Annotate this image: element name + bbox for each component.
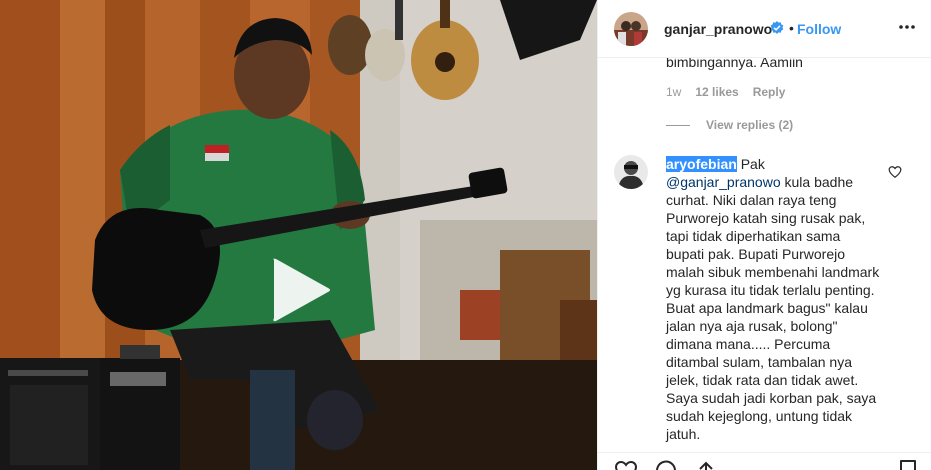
comment-body: aryofebian Pak @ganjar_pranowo kula badh… bbox=[666, 155, 882, 443]
comment-text: kula badhe curhat. Niki dalan raya teng … bbox=[666, 174, 880, 442]
comment-like-heart-icon[interactable] bbox=[888, 165, 902, 179]
follow-button[interactable]: Follow bbox=[797, 21, 841, 37]
view-replies-label: View replies (2) bbox=[706, 118, 794, 132]
heart-icon[interactable] bbox=[614, 459, 638, 470]
comment-prefix: Pak bbox=[736, 156, 765, 172]
view-replies-line bbox=[666, 124, 690, 126]
post-actions-bar bbox=[598, 452, 931, 470]
bookmark-icon[interactable] bbox=[896, 459, 920, 470]
view-replies-button[interactable]: View replies (2) bbox=[666, 118, 793, 132]
comment-mention[interactable]: @ganjar_pranowo bbox=[666, 174, 781, 190]
comment-likes[interactable]: 12 likes bbox=[695, 85, 738, 99]
post-header: ganjar_pranowo • Follow bbox=[598, 0, 931, 58]
share-icon[interactable] bbox=[694, 459, 718, 470]
previous-comment-meta: 1w 12 likes Reply bbox=[666, 85, 785, 99]
more-options-icon[interactable] bbox=[898, 18, 916, 36]
commenter-avatar[interactable] bbox=[614, 155, 648, 189]
header-separator: • bbox=[789, 20, 794, 36]
post-side-panel: ganjar_pranowo • Follow bimbingannya. Aa… bbox=[597, 0, 931, 470]
commenter-username[interactable]: aryofebian bbox=[666, 156, 737, 172]
author-username[interactable]: ganjar_pranowo bbox=[664, 21, 772, 37]
play-icon[interactable] bbox=[268, 256, 332, 324]
comment-icon[interactable] bbox=[654, 459, 678, 470]
comment-age[interactable]: 1w bbox=[666, 85, 681, 99]
post-video[interactable] bbox=[0, 0, 597, 470]
author-avatar[interactable] bbox=[614, 12, 648, 46]
verified-badge-icon bbox=[770, 21, 784, 35]
video-frame bbox=[0, 0, 597, 470]
reply-button[interactable]: Reply bbox=[753, 85, 786, 99]
